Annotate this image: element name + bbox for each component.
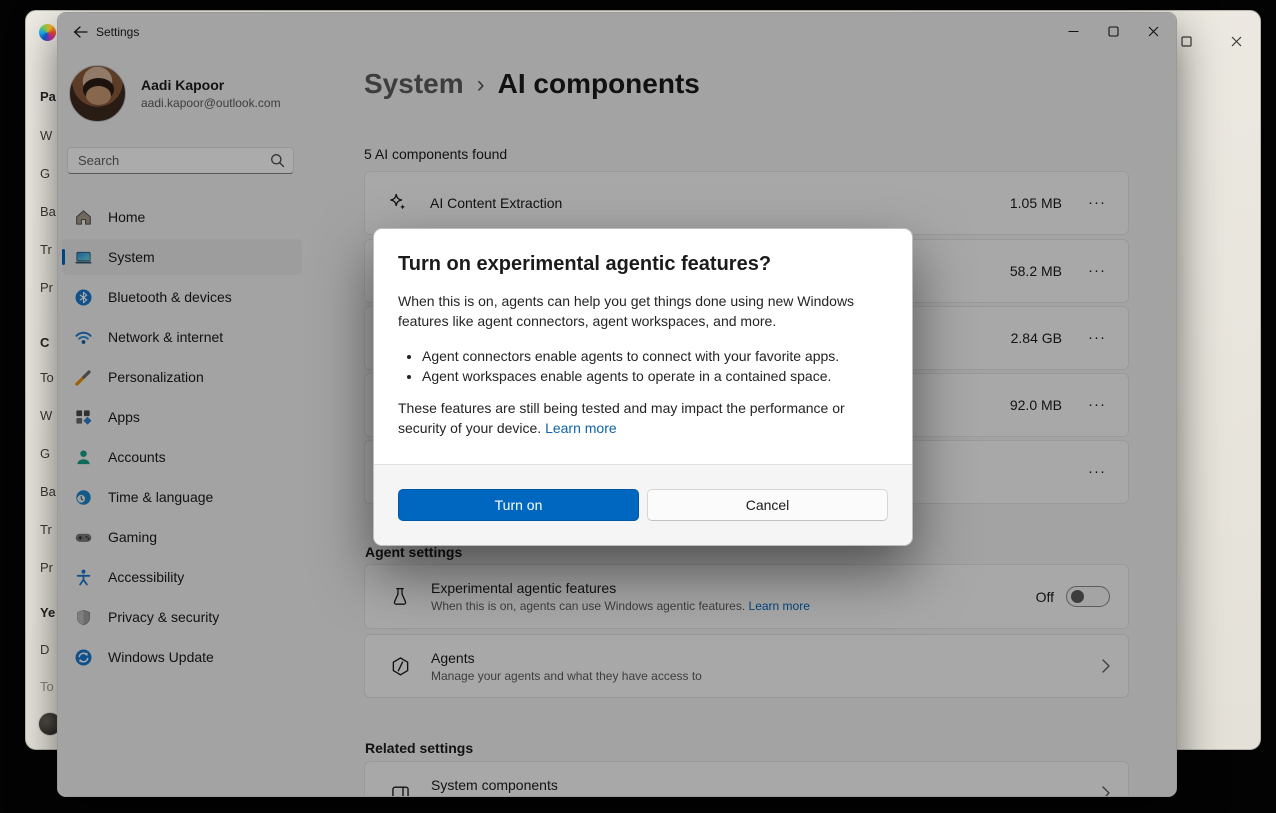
bg-maximize-button[interactable] bbox=[1176, 31, 1196, 51]
dialog-bullet: Agent connectors enable agents to connec… bbox=[422, 346, 888, 366]
agentic-features-dialog: Turn on experimental agentic features? W… bbox=[373, 228, 913, 546]
bg-sidebar-item: To bbox=[40, 370, 54, 385]
bg-close-button[interactable] bbox=[1226, 31, 1246, 51]
cancel-button[interactable]: Cancel bbox=[647, 489, 888, 521]
bg-sidebar-item: G bbox=[40, 166, 50, 181]
bg-sidebar-item: C bbox=[40, 335, 49, 350]
dialog-body-text: When this is on, agents can help you get… bbox=[398, 291, 888, 331]
bg-sidebar-item: W bbox=[40, 128, 52, 143]
bg-sidebar-item: Ye bbox=[40, 605, 55, 620]
bg-sidebar-item: Tr bbox=[40, 242, 52, 257]
turn-on-button[interactable]: Turn on bbox=[398, 489, 639, 521]
bg-sidebar-item: G bbox=[40, 446, 50, 461]
copilot-logo-icon bbox=[39, 24, 56, 41]
bg-sidebar-item: Pr bbox=[40, 280, 53, 295]
bg-sidebar-item: Pa bbox=[40, 89, 56, 104]
desktop: Pa W G Ba Tr Pr C To W G Ba Tr Pr Ye D T… bbox=[0, 0, 1276, 813]
bg-sidebar-item: Tr bbox=[40, 522, 52, 537]
learn-more-link[interactable]: Learn more bbox=[545, 420, 617, 436]
dialog-title: Turn on experimental agentic features? bbox=[398, 253, 888, 276]
bg-sidebar-item: Ba bbox=[40, 484, 56, 499]
dialog-footer: Turn on Cancel bbox=[374, 464, 912, 545]
bg-sidebar-item: Pr bbox=[40, 560, 53, 575]
bg-sidebar-item: Ba bbox=[40, 204, 56, 219]
bg-sidebar-item: W bbox=[40, 408, 52, 423]
dialog-note-text: These features are still being tested an… bbox=[398, 400, 845, 436]
dialog-bullet: Agent workspaces enable agents to operat… bbox=[422, 366, 888, 386]
dialog-bullet-list: Agent connectors enable agents to connec… bbox=[398, 346, 888, 386]
bg-sidebar-item: To bbox=[40, 679, 54, 694]
bg-sidebar-item: D bbox=[40, 642, 49, 657]
